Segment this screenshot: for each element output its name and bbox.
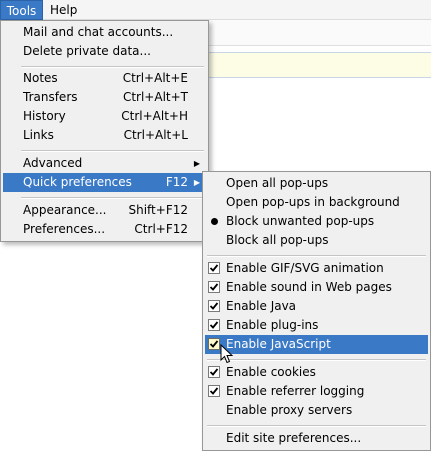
- menu-item-label: History: [23, 109, 66, 123]
- menu-item-label: Enable Java: [226, 299, 297, 313]
- menu-item-preferences[interactable]: Preferences... Ctrl+F12: [3, 220, 206, 239]
- menu-item-label: Edit site preferences...: [226, 431, 362, 445]
- menu-item-appearance[interactable]: Appearance... Shift+F12: [3, 201, 206, 220]
- submenu-arrow-icon: ▶: [193, 178, 200, 187]
- menu-item-enable-plugins[interactable]: Enable plug-ins: [205, 316, 428, 335]
- menu-item-enable-sound[interactable]: Enable sound in Web pages: [205, 278, 428, 297]
- menu-item-shortcut: F12: [165, 175, 188, 189]
- radio-selected-icon: [211, 218, 218, 225]
- menu-item-transfers[interactable]: Transfers Ctrl+Alt+T: [3, 88, 206, 107]
- checkbox-checked-icon: [208, 262, 220, 274]
- checkbox-checked-icon: [208, 366, 220, 378]
- menu-item-label: Enable sound in Web pages: [226, 280, 392, 294]
- menu-item-label: Preferences...: [23, 222, 106, 236]
- checkbox-checked-icon: [208, 300, 220, 312]
- menu-item-label: Quick preferences: [23, 175, 132, 189]
- menu-tools[interactable]: Tools: [0, 0, 43, 20]
- menu-item-shortcut: Ctrl+Alt+T: [122, 90, 188, 104]
- menu-item-label: Block all pop-ups: [226, 233, 329, 247]
- quick-preferences-menu: Open all pop-ups Open pop-ups in backgro…: [202, 171, 431, 451]
- menu-item-label: Appearance...: [23, 203, 107, 217]
- menu-item-label: Enable referrer logging: [226, 384, 365, 398]
- menu-item-quick-preferences[interactable]: Quick preferences F12 ▶: [3, 173, 206, 192]
- menu-item-open-all-popups[interactable]: Open all pop-ups: [205, 174, 428, 193]
- checkbox-checked-icon: [208, 319, 220, 331]
- checkbox-checked-icon: [208, 338, 220, 350]
- menu-separator: [21, 150, 204, 152]
- checkbox-checked-icon: [208, 385, 220, 397]
- menu-item-label: Open all pop-ups: [226, 176, 329, 190]
- menu-item-edit-site-preferences[interactable]: Edit site preferences...: [205, 429, 428, 448]
- menu-item-shortcut: Ctrl+Alt+E: [122, 71, 188, 85]
- menu-bar: Tools Help: [0, 0, 431, 20]
- menu-item-open-popups-background[interactable]: Open pop-ups in background: [205, 193, 428, 212]
- menu-item-enable-java[interactable]: Enable Java: [205, 297, 428, 316]
- menu-item-label: Open pop-ups in background: [226, 195, 400, 209]
- menu-separator: [207, 255, 426, 257]
- menu-item-delete-private-data[interactable]: Delete private data...: [3, 42, 206, 61]
- menu-item-shortcut: Ctrl+F12: [134, 222, 188, 236]
- menu-item-label: Transfers: [23, 90, 78, 104]
- menu-item-label: Block unwanted pop-ups: [226, 214, 375, 228]
- menu-separator: [21, 66, 204, 68]
- checkbox-checked-icon: [208, 281, 220, 293]
- menu-item-enable-gif-svg-animation[interactable]: Enable GIF/SVG animation: [205, 259, 428, 278]
- menu-item-label: Enable JavaScript: [226, 337, 331, 351]
- menu-item-enable-cookies[interactable]: Enable cookies: [205, 363, 428, 382]
- menu-item-label: Enable plug-ins: [226, 318, 319, 332]
- menu-item-label: Links: [23, 128, 54, 142]
- menu-item-notes[interactable]: Notes Ctrl+Alt+E: [3, 69, 206, 88]
- address-bar-area: [209, 52, 431, 78]
- menu-separator: [21, 197, 204, 199]
- menu-item-shortcut: Ctrl+Alt+L: [123, 128, 188, 142]
- menu-item-label: Enable proxy servers: [226, 403, 353, 417]
- menu-item-block-all-popups[interactable]: Block all pop-ups: [205, 231, 428, 250]
- menu-item-mail-chat-accounts[interactable]: Mail and chat accounts...: [3, 23, 206, 42]
- menu-item-shortcut: Shift+F12: [128, 203, 188, 217]
- submenu-arrow-icon: ▶: [193, 159, 200, 168]
- menu-item-label: Enable cookies: [226, 365, 316, 379]
- menu-item-enable-javascript[interactable]: Enable JavaScript: [205, 335, 428, 354]
- menu-help[interactable]: Help: [44, 0, 83, 20]
- menu-item-history[interactable]: History Ctrl+Alt+H: [3, 107, 206, 126]
- toolbar-area: [209, 20, 431, 46]
- tools-menu: Mail and chat accounts... Delete private…: [0, 20, 209, 242]
- menu-item-label: Notes: [23, 71, 58, 85]
- menu-item-shortcut: Ctrl+Alt+H: [121, 109, 188, 123]
- menu-item-block-unwanted-popups[interactable]: Block unwanted pop-ups: [205, 212, 428, 231]
- menu-item-label: Mail and chat accounts...: [23, 25, 174, 39]
- menu-item-enable-referrer-logging[interactable]: Enable referrer logging: [205, 382, 428, 401]
- menu-separator: [207, 425, 426, 427]
- menu-item-label: Delete private data...: [23, 44, 151, 58]
- menu-separator: [207, 359, 426, 361]
- menu-item-label: Enable GIF/SVG animation: [226, 261, 384, 275]
- menu-item-advanced[interactable]: Advanced ▶: [3, 154, 206, 173]
- menu-item-enable-proxy-servers[interactable]: Enable proxy servers: [205, 401, 428, 420]
- mouse-pointer-icon: [220, 344, 234, 364]
- menu-item-links[interactable]: Links Ctrl+Alt+L: [3, 126, 206, 145]
- menu-item-label: Advanced: [23, 156, 83, 170]
